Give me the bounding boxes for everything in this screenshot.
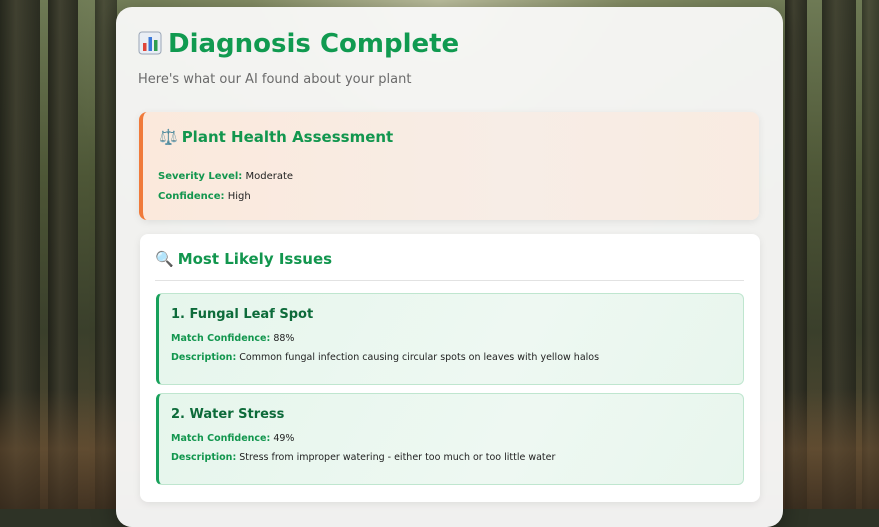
issue-description-row: Description: Stress from improper wateri…	[171, 452, 555, 463]
issue-match-row: Match Confidence: 49%	[171, 433, 294, 444]
likely-issues-panel: 🔍 Most Likely Issues 1. Fungal Leaf Spot …	[140, 234, 760, 502]
issues-divider	[155, 280, 744, 281]
diagnosis-card: Diagnosis Complete Here's what our AI fo…	[116, 7, 783, 527]
confidence-value: High	[227, 191, 251, 202]
confidence-label: Confidence:	[158, 191, 225, 202]
issue-match-row: Match Confidence: 88%	[171, 333, 294, 344]
description-label: Description:	[171, 452, 237, 463]
issue-name: 2. Water Stress	[171, 407, 285, 422]
bar-chart-icon	[138, 31, 162, 55]
match-confidence-value: 49%	[273, 433, 295, 444]
match-confidence-label: Match Confidence:	[171, 333, 271, 344]
page-title: Diagnosis Complete	[138, 29, 459, 59]
description-label: Description:	[171, 352, 237, 363]
severity-row: Severity Level: Moderate	[158, 171, 293, 182]
page-title-text: Diagnosis Complete	[168, 29, 460, 59]
issues-heading: 🔍 Most Likely Issues	[155, 250, 332, 268]
confidence-row: Confidence: High	[158, 191, 251, 202]
severity-label: Severity Level:	[158, 171, 243, 182]
description-value: Common fungal infection causing circular…	[239, 352, 600, 363]
magnifying-glass-icon: 🔍	[155, 250, 174, 268]
assessment-heading: ⚖️ Plant Health Assessment	[159, 128, 393, 146]
issue-card[interactable]: 1. Fungal Leaf Spot Match Confidence: 88…	[156, 293, 744, 385]
severity-value: Moderate	[245, 171, 294, 182]
description-value: Stress from improper watering - either t…	[239, 452, 556, 463]
issue-description-row: Description: Common fungal infection cau…	[171, 352, 599, 363]
match-confidence-label: Match Confidence:	[171, 433, 271, 444]
page-subtitle: Here's what our AI found about your plan…	[138, 72, 412, 87]
issue-name: 1. Fungal Leaf Spot	[171, 307, 314, 322]
issues-heading-text: Most Likely Issues	[177, 250, 333, 268]
health-assessment-panel: ⚖️ Plant Health Assessment Severity Level…	[139, 112, 759, 220]
issue-card[interactable]: 2. Water Stress Match Confidence: 49% De…	[156, 393, 744, 485]
assessment-heading-text: Plant Health Assessment	[181, 128, 394, 146]
balance-scale-icon: ⚖️	[159, 128, 178, 146]
match-confidence-value: 88%	[273, 333, 295, 344]
